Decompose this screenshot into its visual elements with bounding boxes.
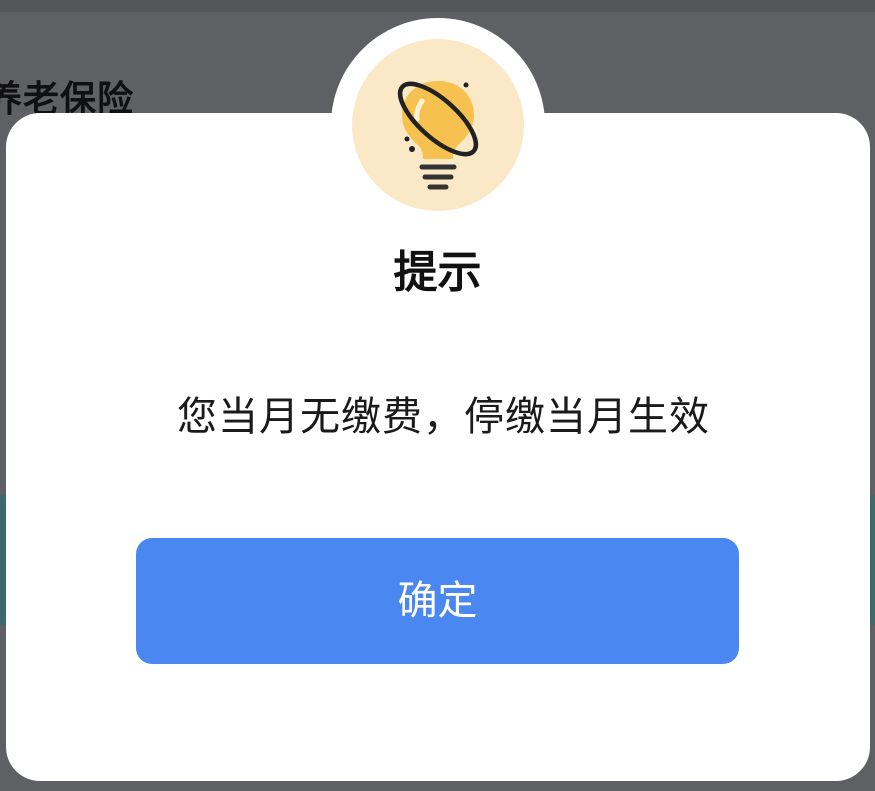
dialog-icon-badge	[352, 39, 524, 211]
confirm-button[interactable]: 确定	[136, 538, 739, 664]
dialog-title: 提示	[393, 247, 482, 298]
lightbulb-icon	[397, 81, 479, 190]
background-status-bar	[0, 0, 875, 12]
dialog-message: 您当月无缴费，停缴当月生效	[177, 394, 710, 440]
